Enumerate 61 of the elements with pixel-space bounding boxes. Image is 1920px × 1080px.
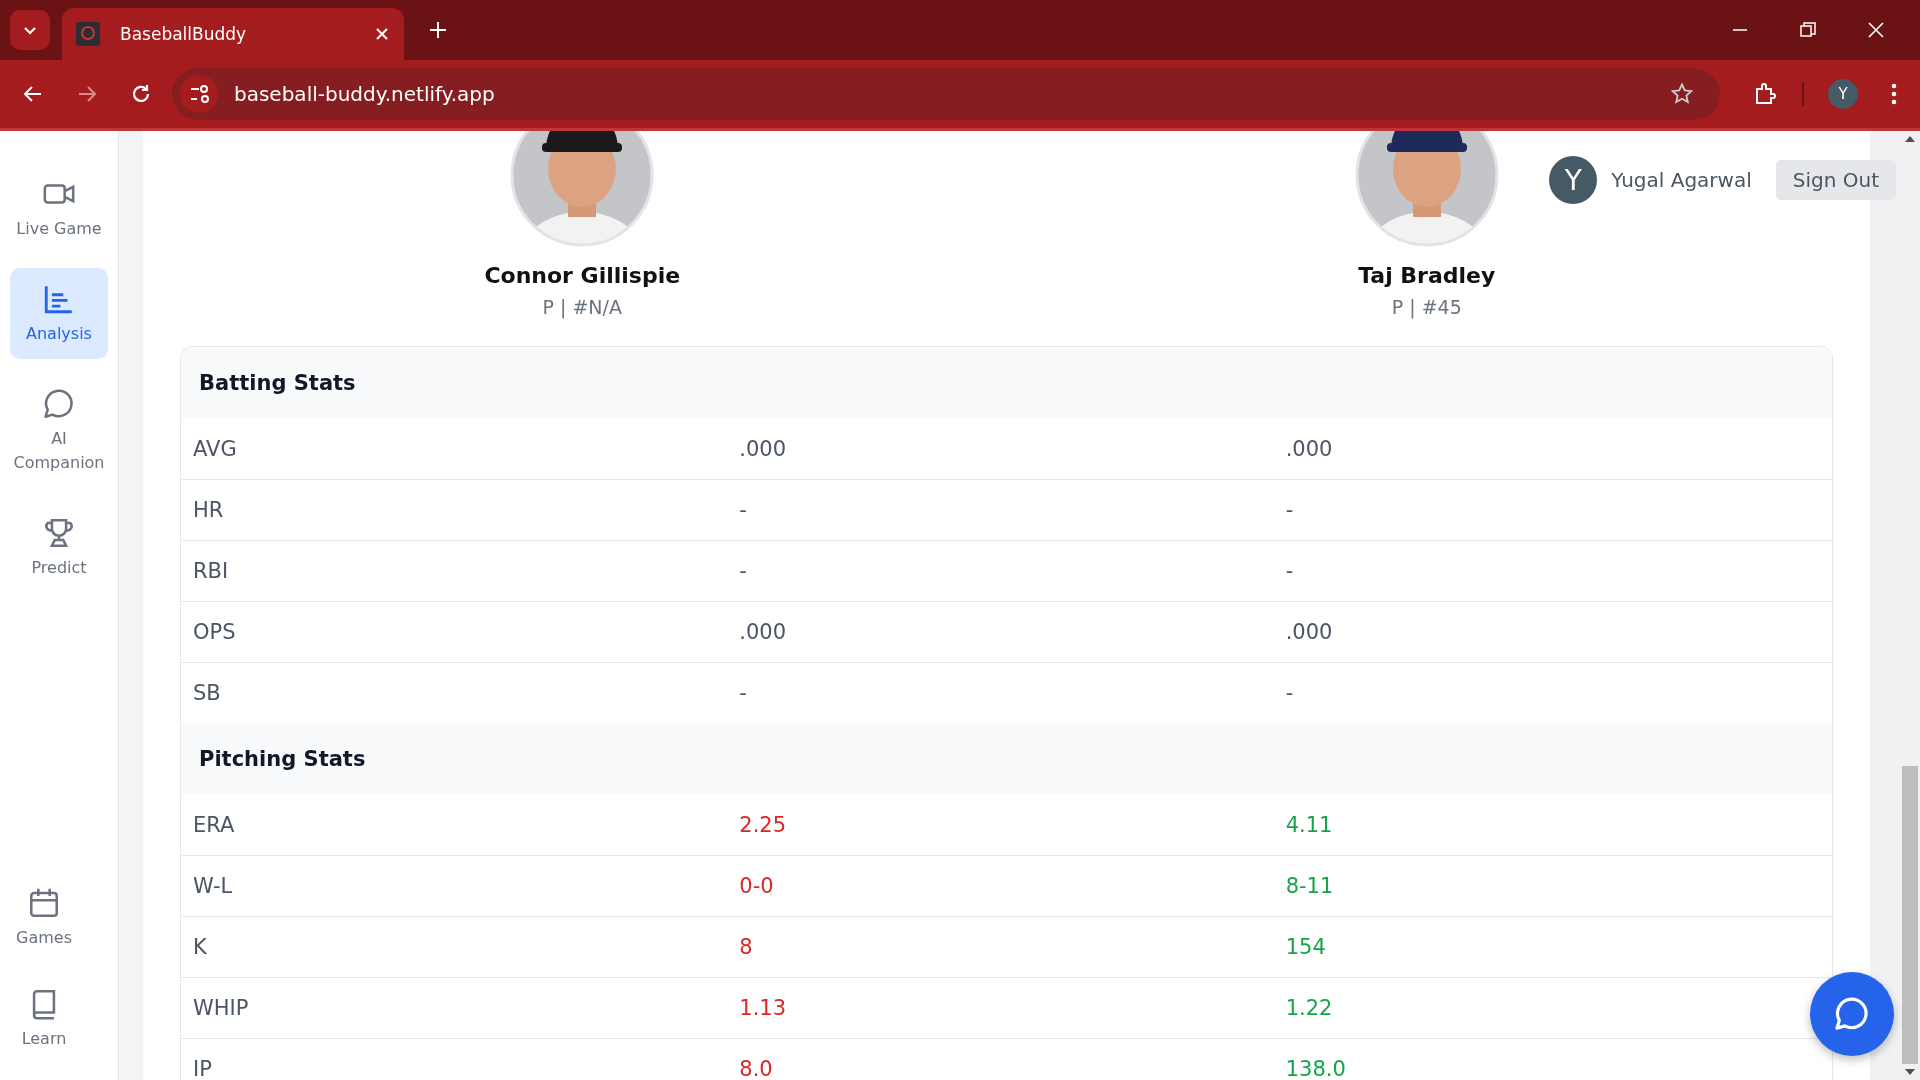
table-cell: -: [739, 559, 747, 583]
table-cell: 2.25: [739, 812, 787, 837]
table-cell: 138.0: [1285, 1057, 1346, 1080]
table-cell: 8: [739, 935, 753, 959]
url-text: baseball-buddy.netlify.app: [234, 82, 495, 106]
menu-icon[interactable]: [1890, 82, 1898, 106]
player-position: P | #45: [1391, 296, 1462, 318]
table-cell: AVG: [193, 436, 237, 461]
close-tab-icon[interactable]: [374, 26, 390, 42]
user-name: Yugal Agarwal: [1611, 168, 1752, 192]
table-cell: .000: [739, 620, 787, 644]
table-cell: 8-11: [1285, 874, 1334, 898]
favicon-icon: [76, 22, 100, 46]
table-cell: -: [1285, 559, 1294, 583]
section-title: Batting Stats: [199, 370, 356, 395]
restore-icon[interactable]: [1799, 21, 1817, 39]
table-cell: .000: [739, 436, 787, 461]
table-cell: 1.22: [1285, 996, 1333, 1020]
sidebar-item[interactable]: Learn: [8, 978, 80, 1066]
table-cell: 4.11: [1285, 812, 1333, 837]
sidebar-item[interactable]: Live Game: [10, 163, 108, 255]
address-bar[interactable]: baseball-buddy.netlify.app: [172, 68, 1720, 120]
player-position: P | #N/A: [542, 296, 622, 318]
table-cell: WHIP: [193, 996, 249, 1020]
table-cell: -: [1285, 681, 1294, 705]
table-cell: RBI: [193, 559, 229, 583]
table-cell: SB: [193, 681, 221, 705]
table-cell: .000: [1285, 620, 1333, 644]
sign-out-button[interactable]: Sign Out: [1775, 160, 1896, 200]
sidebar-item[interactable]: Games: [8, 877, 80, 965]
table-cell: .000: [1285, 436, 1333, 461]
close-icon[interactable]: [1867, 21, 1885, 39]
section-title: Pitching Stats: [199, 746, 366, 771]
table-cell: K: [193, 935, 207, 959]
new-tab-icon[interactable]: [428, 20, 448, 40]
site-settings-icon[interactable]: [180, 75, 218, 113]
player-name: Connor Gillispie: [484, 263, 681, 288]
table-cell: 154: [1285, 935, 1326, 959]
table-cell: -: [1285, 498, 1294, 522]
profile-button[interactable]: Y: [1828, 79, 1858, 109]
table-cell: 1.13: [739, 996, 787, 1020]
scrollbar[interactable]: [1900, 131, 1920, 1080]
table-cell: 8.0: [739, 1057, 773, 1080]
table-cell: W-L: [193, 874, 233, 898]
tab-title: BaseballBuddy: [120, 24, 248, 44]
player-name: Taj Bradley: [1358, 263, 1496, 288]
table-cell: 0-0: [739, 874, 774, 898]
browser-tab[interactable]: BaseballBuddy: [62, 8, 404, 60]
table-cell: OPS: [193, 620, 236, 644]
sidebar-item[interactable]: AI Companion: [10, 373, 108, 488]
table-cell: -: [739, 498, 747, 522]
scroll-thumb[interactable]: [1902, 766, 1918, 1064]
reload-icon[interactable]: [130, 83, 152, 105]
table-cell: IP: [193, 1057, 212, 1080]
sidebar-item[interactable]: Analysis: [10, 268, 108, 360]
table-cell: HR: [193, 498, 224, 522]
bookmark-star-icon[interactable]: [1670, 82, 1694, 106]
table-cell: -: [739, 681, 747, 705]
sidebar-item[interactable]: Predict: [10, 501, 108, 593]
table-cell: ERA: [193, 812, 235, 837]
chat-bubble-icon: [1833, 995, 1871, 1033]
